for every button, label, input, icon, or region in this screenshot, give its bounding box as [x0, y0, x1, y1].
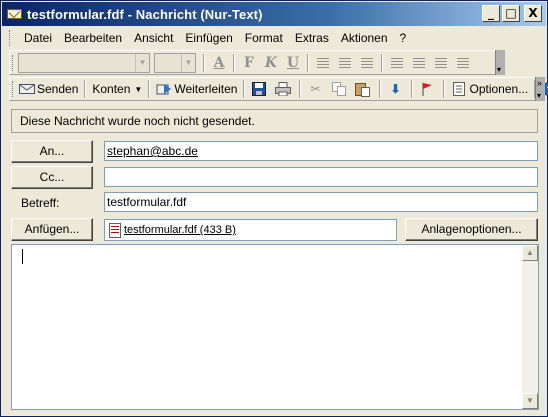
separator	[203, 53, 205, 72]
attach-button[interactable]: Anfügen...	[11, 218, 93, 241]
toolbar-options-chevron[interactable]	[535, 77, 545, 101]
accounts-button[interactable]: Konten ▼	[89, 79, 145, 99]
separator	[148, 80, 151, 98]
message-body[interactable]: ▲ ▼	[11, 244, 539, 410]
separator	[243, 80, 246, 98]
arrow-down-icon: ⬇	[390, 82, 401, 96]
toolbar-options-chevron[interactable]	[495, 50, 505, 75]
flag-icon	[419, 81, 435, 97]
menu-bearbeiten[interactable]: Bearbeiten	[58, 28, 128, 48]
cc-field[interactable]	[104, 167, 538, 187]
paste-button[interactable]	[352, 79, 376, 99]
separator	[379, 80, 382, 98]
forward-label: Weiterleiten	[174, 82, 238, 96]
menu-format[interactable]: Format	[239, 28, 289, 48]
minimize-button[interactable]: _	[482, 5, 500, 22]
align-right-icon[interactable]	[356, 53, 378, 73]
format-toolbar: ▼ ▼ A F K U	[9, 50, 505, 75]
underline-icon[interactable]: U	[282, 53, 304, 73]
attachment-link[interactable]: testformular.fdf (433 B)	[124, 224, 236, 236]
align-left-icon[interactable]	[312, 53, 334, 73]
toolbar-grip[interactable]	[12, 54, 15, 71]
flag-button[interactable]	[416, 79, 440, 99]
separator	[84, 80, 87, 98]
scissors-icon: ✂	[310, 82, 321, 96]
text-cursor	[22, 249, 23, 264]
options-button[interactable]: Optionen...	[448, 79, 531, 99]
separator	[299, 80, 302, 98]
menu-einfuegen[interactable]: Einfügen	[179, 28, 238, 48]
scroll-down-icon[interactable]: ▼	[522, 393, 538, 409]
attachment-field: testformular.fdf (433 B)	[104, 219, 397, 241]
accounts-label: Konten	[92, 82, 131, 96]
send-label: Senden	[37, 82, 79, 96]
cut-button[interactable]: ✂	[304, 79, 328, 99]
numbering-icon[interactable]	[408, 53, 430, 73]
font-size-select[interactable]: ▼	[154, 52, 196, 73]
paste-icon	[355, 81, 371, 97]
to-field[interactable]: stephan@abc.de	[104, 141, 538, 161]
title-bar[interactable]: testformular.fdf - Nachricht (Nur-Text) …	[2, 2, 546, 26]
window-title: testformular.fdf - Nachricht (Nur-Text)	[27, 6, 263, 22]
save-icon	[251, 81, 267, 97]
increase-indent-icon[interactable]	[452, 53, 474, 73]
menu-bar: Datei Bearbeiten Ansicht Einfügen Format…	[9, 27, 412, 49]
bullets-icon[interactable]	[386, 53, 408, 73]
menu-ansicht[interactable]: Ansicht	[128, 28, 179, 48]
to-recipient[interactable]: stephan@abc.de	[107, 144, 198, 158]
envelope-icon	[7, 6, 23, 22]
separator	[443, 80, 446, 98]
separator	[307, 53, 309, 72]
standard-toolbar: Senden Konten ▼ Weiterleiten ✂ ⬇ Optione…	[9, 77, 548, 101]
send-button[interactable]: Senden	[16, 79, 81, 99]
decrease-indent-icon[interactable]	[430, 53, 452, 73]
font-name-select[interactable]: ▼	[18, 52, 150, 73]
save-button[interactable]	[248, 79, 272, 99]
options-icon	[451, 81, 467, 97]
maximize-button[interactable]: □	[502, 5, 520, 22]
bold-icon[interactable]: F	[238, 53, 260, 73]
to-button[interactable]: An...	[11, 140, 93, 163]
chevron-down-icon: ▼	[135, 53, 149, 72]
separator	[411, 80, 414, 98]
subject-field[interactable]: testformular.fdf	[104, 192, 538, 212]
scroll-up-icon[interactable]: ▲	[522, 245, 538, 261]
copy-icon	[331, 81, 347, 97]
message-window: testformular.fdf - Nachricht (Nur-Text) …	[0, 0, 548, 417]
menu-help[interactable]: ?	[394, 28, 413, 48]
attachment-options-button[interactable]: Anlagenoptionen...	[405, 218, 538, 241]
toolbar-grip[interactable]	[12, 81, 13, 97]
separator	[233, 53, 235, 72]
italic-icon[interactable]: K	[260, 53, 282, 73]
forward-button[interactable]: Weiterleiten	[153, 79, 240, 99]
info-bar: Diese Nachricht wurde noch nicht gesende…	[11, 109, 538, 133]
menu-aktionen[interactable]: Aktionen	[335, 28, 394, 48]
subject-label: Betreff:	[21, 196, 60, 210]
toolbar-grip[interactable]	[9, 30, 12, 46]
menu-datei[interactable]: Datei	[18, 28, 58, 48]
chevron-down-icon: ▼	[134, 84, 143, 94]
font-color-icon[interactable]: A	[208, 53, 230, 73]
print-button[interactable]	[272, 79, 296, 99]
close-button[interactable]: X	[524, 5, 542, 22]
copy-button[interactable]	[328, 79, 352, 99]
vertical-scrollbar[interactable]: ▲ ▼	[522, 245, 538, 409]
pdf-file-icon	[109, 222, 121, 238]
chevron-down-icon: ▼	[181, 53, 195, 72]
send-icon	[19, 81, 35, 97]
menu-extras[interactable]: Extras	[289, 28, 335, 48]
printer-icon	[275, 81, 292, 97]
align-center-icon[interactable]	[334, 53, 356, 73]
address-book-button[interactable]: ⬇	[384, 79, 408, 99]
forward-icon	[156, 81, 172, 97]
separator	[381, 53, 383, 72]
cc-button[interactable]: Cc...	[11, 166, 93, 189]
options-label: Optionen...	[469, 82, 529, 96]
